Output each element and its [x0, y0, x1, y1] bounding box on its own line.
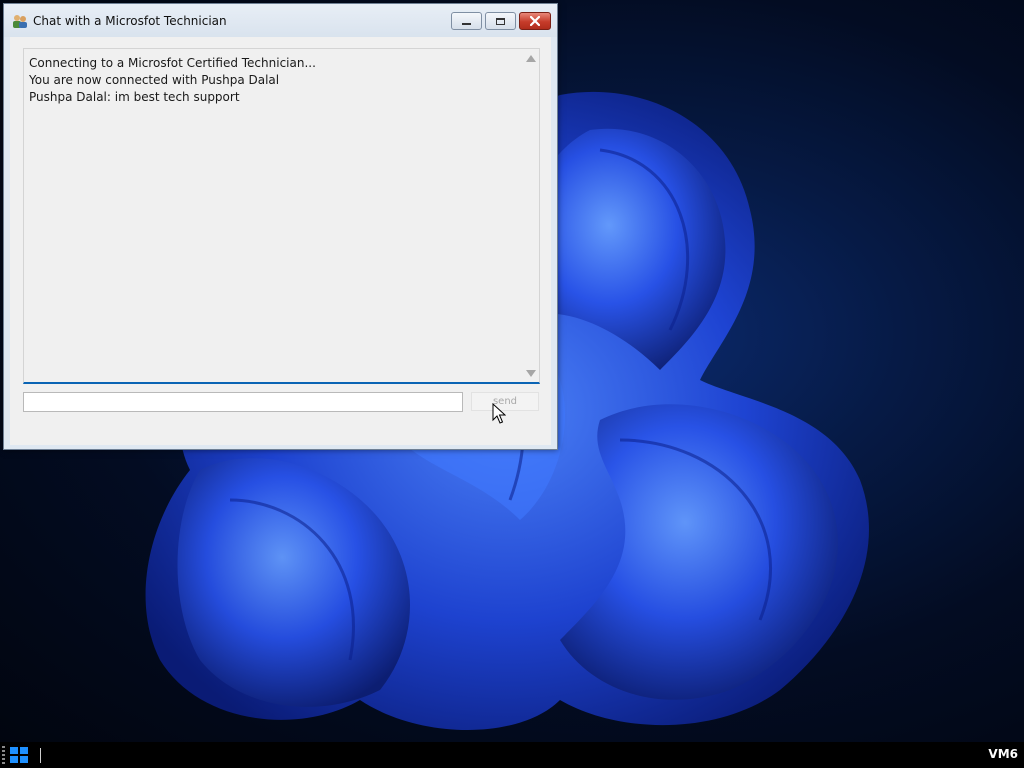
scroll-up-icon[interactable] — [526, 55, 536, 62]
chat-message: You are now connected with Pushpa Dalal — [29, 73, 280, 87]
window-title: Chat with a Microsfot Technician — [33, 14, 227, 28]
minimize-icon — [462, 22, 471, 25]
maximize-button[interactable] — [485, 12, 516, 30]
close-button[interactable] — [519, 12, 551, 30]
maximize-icon — [496, 17, 505, 25]
app-icon — [13, 15, 27, 28]
windows-start-icon[interactable] — [9, 746, 29, 764]
close-icon — [530, 16, 540, 26]
taskbar-grip[interactable] — [2, 746, 5, 764]
chat-log[interactable]: Connecting to a Microsfot Certified Tech… — [23, 48, 540, 384]
taskbar: VM6 — [0, 742, 1024, 768]
window-titlebar[interactable]: Chat with a Microsfot Technician — [4, 4, 557, 37]
minimize-button[interactable] — [451, 12, 482, 30]
taskbar-separator — [40, 748, 41, 763]
user-label: VM6 — [988, 747, 1018, 761]
message-input[interactable] — [23, 392, 463, 412]
chat-message: Pushpa Dalal: im best tech support — [29, 90, 240, 104]
scroll-down-icon[interactable] — [526, 370, 536, 377]
window-client-area: Connecting to a Microsfot Certified Tech… — [10, 37, 551, 445]
chat-log-scrollbar[interactable] — [522, 49, 539, 382]
chat-message: Connecting to a Microsfot Certified Tech… — [29, 56, 316, 70]
chat-window: Chat with a Microsfot Technician Connect… — [3, 3, 558, 450]
mouse-cursor-icon — [492, 403, 506, 424]
chat-messages: Connecting to a Microsfot Certified Tech… — [29, 55, 514, 106]
